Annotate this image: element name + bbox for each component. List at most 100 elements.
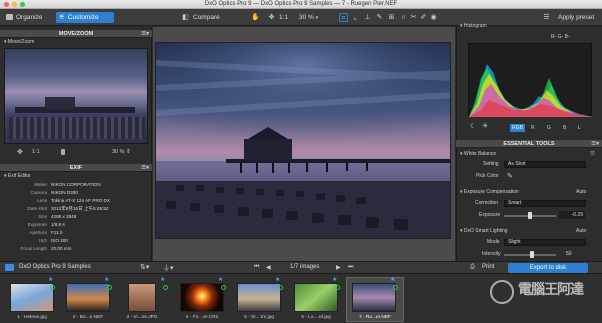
smart-lighting-auto[interactable]: Auto	[576, 228, 586, 235]
prev-image-icon[interactable]: ◀	[266, 264, 271, 271]
apply-preset-button[interactable]: Apply preset	[555, 12, 597, 23]
channel-b-button[interactable]: B	[563, 124, 566, 132]
next-image-icon[interactable]: ▶	[336, 264, 341, 271]
navigator-zoom[interactable]: 30 % ⇕	[112, 149, 131, 155]
channel-l-button[interactable]: L	[578, 124, 581, 132]
customize-tab[interactable]: ⚟ Customize	[56, 12, 114, 23]
folder-icon	[6, 14, 13, 20]
zoom-window-button[interactable]	[20, 2, 25, 7]
exposure-label: Exposure	[479, 212, 501, 218]
perspective-icon[interactable]: ⊞	[387, 13, 396, 22]
sort-icon[interactable]: ⇅▾	[140, 263, 149, 271]
repair-icon[interactable]: ✂	[409, 13, 418, 22]
eyedropper-icon[interactable]: ✎	[375, 13, 384, 22]
star-icon[interactable]: ★	[218, 276, 223, 283]
star-icon[interactable]: ★	[275, 276, 280, 283]
navigator-zoom-value: 30 %	[112, 149, 125, 155]
compare-button[interactable]: Compare	[190, 12, 223, 23]
thumbnail-2[interactable]	[66, 283, 110, 312]
intensity-value[interactable]: 50	[566, 251, 572, 257]
exposure-value-field[interactable]: -0.29	[559, 211, 585, 219]
presets-icon[interactable]: ☰	[542, 13, 551, 22]
thumbnail-7[interactable]	[352, 283, 396, 312]
crop-icon[interactable]: ⌞	[351, 13, 360, 22]
brush-icon[interactable]: ✐	[419, 13, 428, 22]
export-to-disk-button[interactable]: Export to disk	[508, 263, 588, 273]
zoom-level-select[interactable]: 30 % ▾	[296, 12, 332, 23]
thumbnail-label: 6 - Lo....rd.jpg	[301, 315, 331, 320]
correction-value: Smart	[508, 200, 522, 206]
thumbnail-label: 4 - Fir....er.CR2	[185, 315, 219, 320]
zoom-ratio-button[interactable]: 1:1	[276, 12, 291, 23]
stepper-icon: ⇕	[126, 149, 131, 155]
hand-tool-icon[interactable]: ✋	[251, 13, 260, 22]
first-image-icon[interactable]: ⏮	[254, 264, 259, 271]
star-icon[interactable]: ★	[48, 276, 53, 283]
exposure-slider-handle[interactable]	[528, 212, 532, 219]
exif-key: Focal Length	[20, 246, 47, 251]
thumbnail-3[interactable]	[128, 283, 156, 312]
panel-menu-icon[interactable]: ☰▾	[141, 30, 149, 38]
panel-menu-icon[interactable]: ☰▾	[591, 140, 599, 148]
zoom-slider-handle[interactable]	[61, 149, 65, 155]
move-zoom-sub: ▾ Move/Zoom	[4, 39, 34, 46]
exif-value: Tokina AT-X 124 AF PRO DX	[51, 198, 110, 203]
channel-r-button[interactable]: R	[531, 124, 535, 132]
title-bar: DxO Optics Pro 9 — DxO Optics Pro 9 Samp…	[0, 0, 602, 9]
exposure-auto[interactable]: Auto	[576, 189, 586, 196]
filter-icon[interactable]: ⏚▾	[163, 263, 174, 273]
sliders-icon: ⚟	[59, 14, 65, 21]
intensity-label: Intensity	[482, 251, 501, 257]
close-window-button[interactable]	[4, 2, 9, 7]
exif-value: 20.00 mm	[51, 246, 72, 251]
exif-value: NIKON CORPORATION	[51, 182, 101, 187]
compare-icon[interactable]: ◧	[181, 13, 190, 22]
selection-tool-icon[interactable]: ⌗	[339, 13, 348, 22]
app-window: DxO Optics Pro 9 — DxO Optics Pro 9 Samp…	[0, 0, 602, 323]
move-zoom-title: MOVE/ZOOM	[58, 31, 94, 37]
channel-g-button[interactable]: G	[547, 124, 551, 132]
thumbnail-6[interactable]	[294, 283, 338, 312]
straighten-icon[interactable]: ⊥	[363, 13, 372, 22]
star-icon[interactable]: ★	[160, 276, 165, 283]
last-image-icon[interactable]: ⏭	[348, 264, 353, 271]
histogram-mode[interactable]: R- G- B-	[551, 34, 570, 40]
smart-lighting-section[interactable]: ▾ DxO Smart Lighting	[460, 228, 508, 235]
navigator-preview[interactable]	[4, 48, 148, 144]
correction-select[interactable]: Smart	[504, 200, 586, 207]
shadow-clip-icon[interactable]: ☾	[470, 122, 476, 130]
main-photo[interactable]	[155, 42, 451, 239]
sl-mode-label: Mode	[487, 239, 500, 245]
eyedropper-icon[interactable]: ✎	[507, 172, 513, 180]
thumbnail-1[interactable]	[10, 283, 54, 312]
horizon-icon[interactable]: ∩	[399, 13, 408, 22]
window-title: DxO Optics Pro 9 — DxO Optics Pro 9 Samp…	[204, 1, 398, 7]
navigator-ratio[interactable]: 1:1	[32, 149, 40, 155]
sl-mode-select[interactable]: Slight	[504, 239, 586, 246]
print-icon[interactable]: ⎙	[470, 264, 475, 271]
white-balance-section[interactable]: ▾ White Balance	[460, 151, 496, 158]
print-button[interactable]: Print	[482, 264, 494, 270]
move-icon[interactable]: ✥	[17, 148, 23, 156]
watermark: 電腦王阿達	[486, 275, 596, 319]
panel-menu-icon[interactable]: ☰▾	[141, 164, 149, 172]
star-icon[interactable]: ★	[390, 276, 395, 283]
channel-rgb-button[interactable]: RGB	[510, 124, 525, 132]
organize-tab[interactable]: Organize	[3, 12, 51, 23]
wb-setting-select[interactable]: As Shot	[504, 161, 586, 168]
star-icon[interactable]: ★	[104, 276, 109, 283]
exposure-section[interactable]: ▾ Exposure Compensation	[460, 189, 519, 196]
red-eye-icon[interactable]: ◉	[429, 13, 438, 22]
main-toolbar: Organize ⚟ Customize ◧ Compare ✋ ✥ 1:1 30…	[0, 9, 602, 26]
thumbnail-5[interactable]	[237, 283, 281, 312]
intensity-slider-handle[interactable]	[530, 251, 534, 258]
section-menu-icon[interactable]: ☰	[590, 151, 595, 157]
move-icon[interactable]: ✥	[267, 13, 276, 22]
correction-label: Correction	[475, 200, 499, 206]
thumbnail-4[interactable]	[180, 283, 224, 312]
histogram-graph	[468, 43, 593, 117]
folder-icon	[5, 264, 14, 271]
highlight-clip-icon[interactable]: ☀	[482, 122, 488, 130]
minimize-window-button[interactable]	[12, 2, 17, 7]
star-icon[interactable]: ★	[332, 276, 337, 283]
